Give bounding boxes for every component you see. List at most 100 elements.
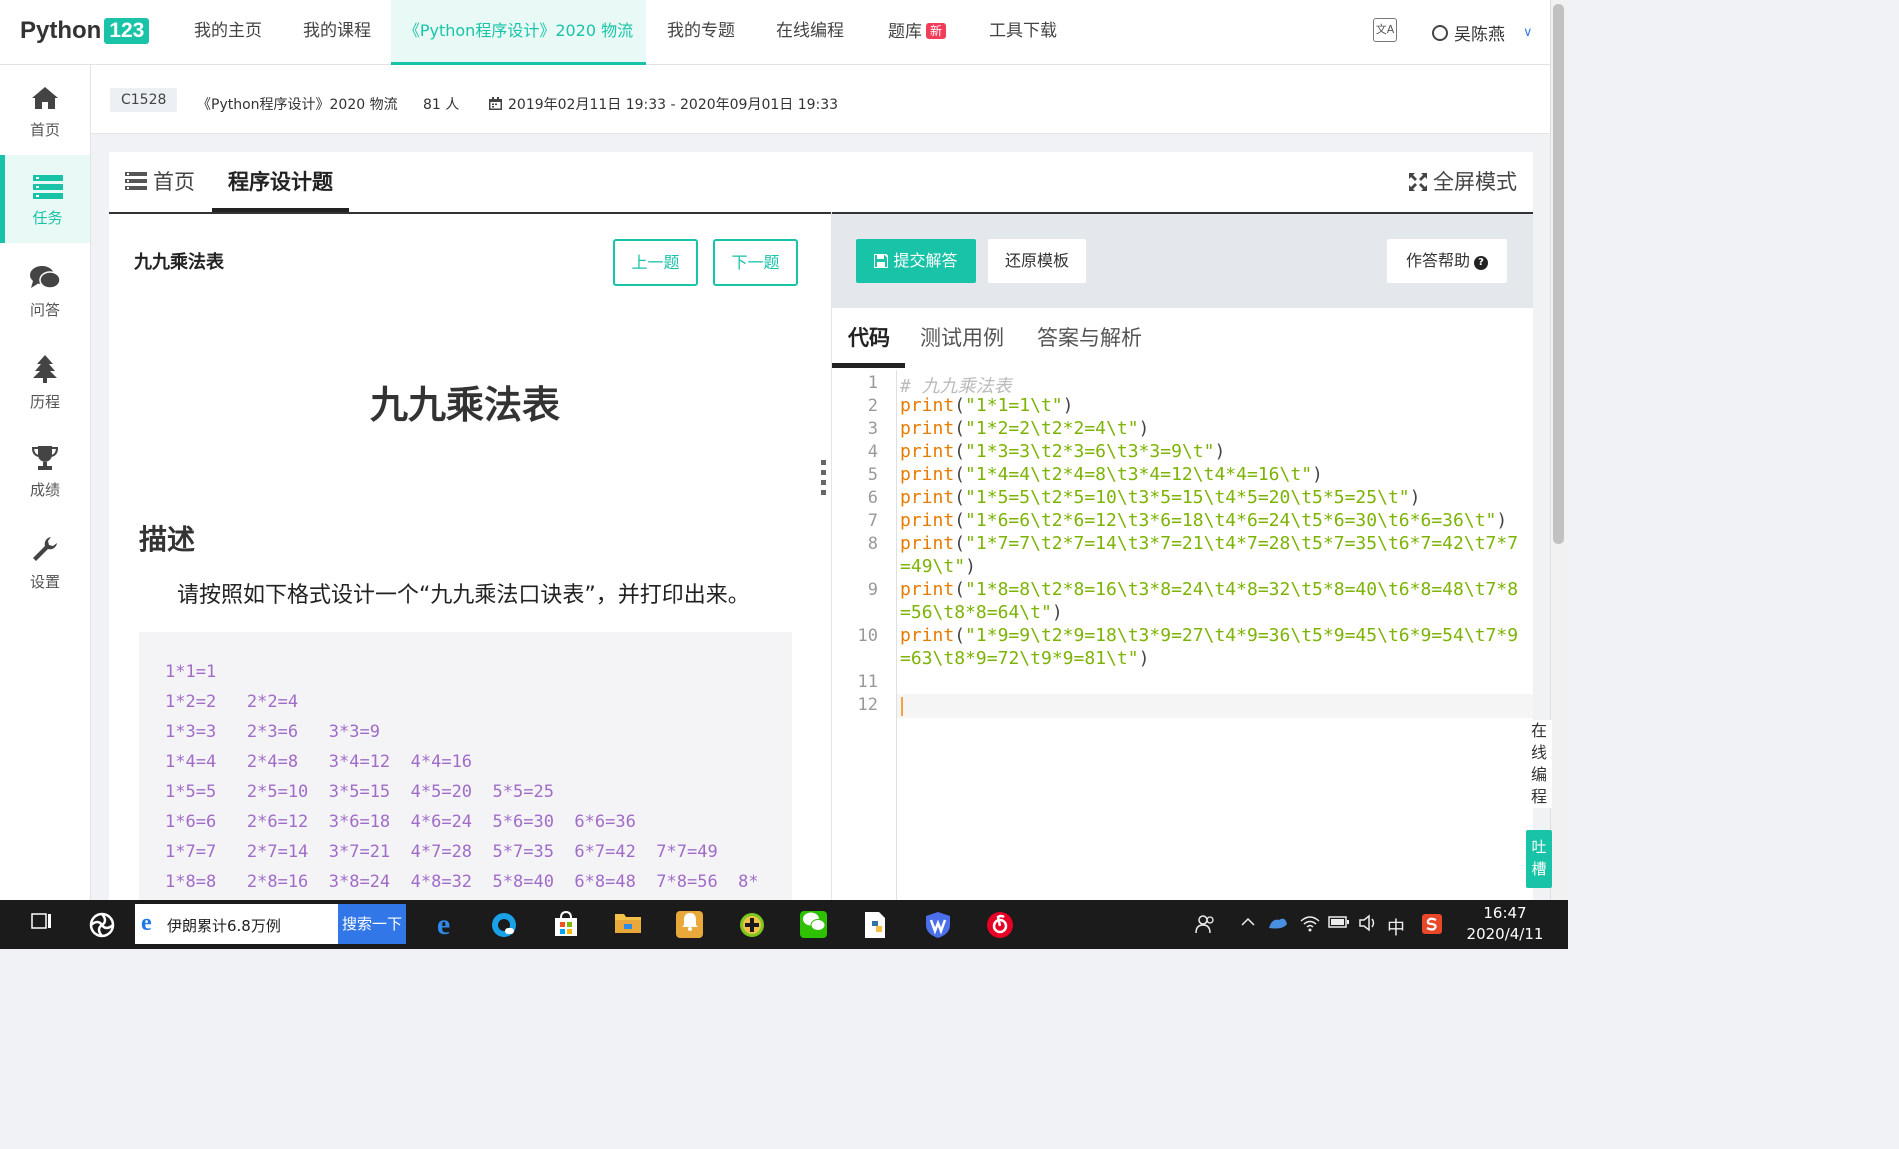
line-number: 3 [867, 419, 878, 439]
nav-question-bank[interactable]: 题库新 [872, 0, 962, 62]
sidebar-item-grades[interactable]: 成绩 [0, 425, 90, 513]
nav-label: 我的专题 [667, 21, 735, 41]
fullscreen-button[interactable]: 全屏模式 [1409, 166, 1517, 196]
nav-my-home[interactable]: 我的主页 [178, 0, 278, 62]
tab-test-cases[interactable]: 测试用例 [920, 322, 1004, 352]
chevron-up-icon[interactable] [1240, 914, 1256, 934]
people-icon[interactable] [1195, 914, 1215, 938]
ie-icon: e [141, 910, 152, 936]
translate-icon[interactable]: 文A [1373, 18, 1397, 42]
ime-indicator[interactable]: 中 [1387, 914, 1405, 940]
nav-my-topics[interactable]: 我的专题 [652, 0, 750, 62]
browser-icon[interactable] [490, 911, 517, 938]
python-file-icon[interactable] [862, 911, 889, 938]
sample-line: 1*3=3 2*3=6 3*3=9 [165, 722, 380, 742]
code-line: print("1*9=9\t2*9=18\t3*9=27\t4*9=36\t5*… [900, 625, 1519, 646]
tab-home[interactable]: 首页 [125, 166, 195, 196]
sidebar-label: 首页 [29, 121, 60, 139]
feedback-button[interactable]: 吐 槽 [1526, 830, 1552, 888]
netease-music-icon[interactable] [986, 911, 1013, 938]
store-icon[interactable] [552, 910, 579, 938]
search-button[interactable]: 搜索一下 [338, 904, 406, 944]
problem-title: 九九乘法表 [134, 252, 224, 273]
calendar-icon [489, 97, 502, 110]
wifi-icon[interactable] [1300, 914, 1320, 936]
tab-programming-label: 程序设计题 [228, 170, 333, 194]
next-problem-button[interactable]: 下一题 [713, 239, 798, 286]
top-navbar: Python 123 我的主页 我的课程 《Python程序设计》2020 物流… [0, 0, 1568, 65]
nav-label: 我的主页 [194, 21, 262, 41]
tab-answer-analysis[interactable]: 答案与解析 [1037, 322, 1142, 352]
online-coding-widget[interactable]: 在 线 编 程 [1526, 720, 1552, 808]
line-number-gutter: 1 2 3 4 5 6 7 8 9 10 11 12 [832, 370, 897, 900]
taskbar-search-box[interactable]: e 伊朗累计6.8万例 [135, 904, 338, 944]
plus-app-icon[interactable] [738, 911, 765, 938]
sogou-ime-icon[interactable] [1422, 914, 1442, 938]
expand-icon [1409, 173, 1427, 191]
sidebar-item-home[interactable]: 首页 [0, 65, 90, 153]
restore-template-button[interactable]: 还原模板 [988, 239, 1086, 283]
windows-taskbar: e 伊朗累计6.8万例 搜索一下 e 中 16:47 2020/4/11 [0, 900, 1568, 949]
active-tab-indicator [832, 363, 905, 368]
nav-current-course[interactable]: 《Python程序设计》2020 物流 [391, 0, 646, 65]
sample-line: 1*1=1 [165, 662, 217, 682]
code-line: print("1*5=5\t2*5=10\t3*5=15\t4*5=20\t5*… [900, 487, 1421, 508]
tab-code[interactable]: 代码 [848, 322, 890, 352]
battery-icon[interactable] [1328, 914, 1350, 933]
task-view-icon[interactable] [28, 911, 55, 938]
prev-problem-button[interactable]: 上一题 [613, 239, 698, 286]
clock[interactable]: 16:47 2020/4/11 [1450, 903, 1560, 945]
clock-time: 16:47 [1483, 904, 1527, 922]
widget-char: 程 [1530, 787, 1547, 806]
edge-icon[interactable]: e [430, 910, 457, 940]
folder-icon[interactable] [614, 911, 641, 938]
sample-output-block: 1*1=1 1*2=2 2*2=4 1*3=3 2*3=6 3*3=9 1*4=… [139, 632, 792, 900]
nav-online-coding[interactable]: 在线编程 [760, 0, 860, 62]
submit-button[interactable]: 提交解答 [856, 239, 976, 283]
wechat-icon[interactable] [800, 911, 827, 938]
course-student-count: 81 人 [423, 97, 460, 113]
search-text: 伊朗累计6.8万例 [167, 917, 281, 935]
course-name: 《Python程序设计》2020 物流 [197, 97, 398, 113]
nav-tool-download[interactable]: 工具下载 [975, 0, 1071, 62]
code-editor[interactable]: 1 2 3 4 5 6 7 8 9 10 11 12 # 九九乘法表 print… [832, 370, 1533, 900]
active-line-highlight [832, 694, 1533, 718]
nav-label: 题库 [887, 22, 922, 42]
sidebar-label: 设置 [29, 573, 60, 591]
sidebar-item-settings[interactable]: 设置 [0, 515, 90, 603]
answer-help-button[interactable]: 作答帮助? [1387, 239, 1507, 283]
page-scrollbar-thumb[interactable] [1553, 4, 1564, 544]
nav-label: 工具下载 [989, 21, 1057, 41]
submit-label: 提交解答 [893, 251, 958, 270]
sidebar-item-qa[interactable]: 问答 [0, 245, 90, 333]
user-menu[interactable]: 吴陈燕 ∨ [1432, 20, 1533, 45]
tab-programming[interactable]: 程序设计题 [228, 166, 333, 196]
fullscreen-label: 全屏模式 [1433, 170, 1517, 194]
pane-resize-handle[interactable] [821, 460, 829, 500]
nav-my-courses[interactable]: 我的课程 [288, 0, 386, 62]
line-number: 11 [857, 672, 878, 692]
sample-line: 1*5=5 2*5=10 3*5=15 4*5=20 5*5=25 [165, 782, 554, 802]
tree-icon [0, 355, 90, 389]
tab-home-label: 首页 [153, 170, 195, 194]
sidebar-item-tasks[interactable]: 任务 [0, 155, 90, 243]
nav-label: 《Python程序设计》2020 物流 [403, 21, 634, 40]
app-icon[interactable] [88, 911, 115, 938]
problem-description: 请按照如下格式设计一个“九九乘法口诀表”，并打印出来。 [177, 583, 750, 608]
home-icon [0, 85, 90, 117]
wrench-icon [0, 535, 90, 569]
logo[interactable]: Python 123 [20, 17, 150, 45]
course-date: 2019年02月11日 19:33 - 2020年09月01日 19:33 [489, 94, 838, 114]
editor-tabs: 代码 测试用例 答案与解析 [832, 308, 1533, 373]
code-line: print("1*2=2\t2*2=4\t") [900, 418, 1150, 439]
code-line: =63\t8*9=72\t9*9=81\t") [900, 648, 1150, 669]
volume-icon[interactable] [1358, 914, 1378, 936]
sidebar-item-history[interactable]: 历程 [0, 335, 90, 423]
widget-char: 在 [1530, 721, 1547, 740]
cloud-app-icon[interactable] [1267, 914, 1289, 936]
sample-line: 1*7=7 2*7=14 3*7=21 4*7=28 5*7=35 6*7=42… [165, 842, 718, 862]
tasks-icon [5, 175, 90, 205]
problem-tabs: 首页 程序设计题 全屏模式 [109, 152, 1533, 214]
notification-app-icon[interactable] [676, 911, 703, 938]
vpn-shield-icon[interactable] [924, 911, 951, 938]
